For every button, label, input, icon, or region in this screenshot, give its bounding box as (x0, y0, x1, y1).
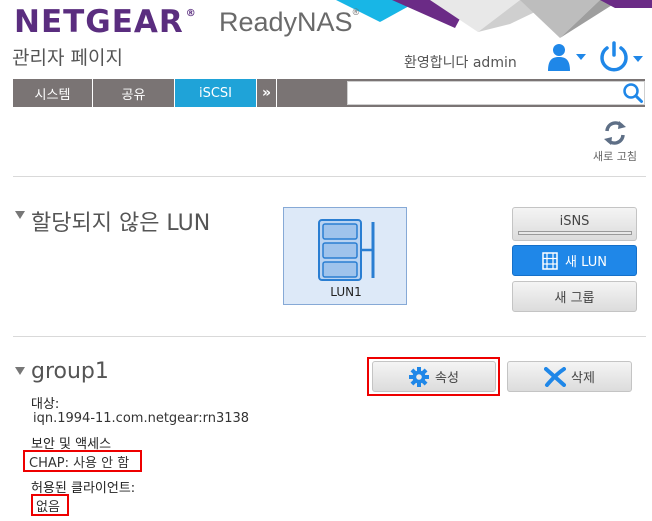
isns-button[interactable]: iSNS (512, 207, 637, 241)
welcome-text: 환영합니다 admin (404, 55, 517, 71)
refresh-icon (604, 121, 626, 145)
search-icon (623, 83, 643, 103)
divider (13, 176, 646, 177)
delete-button[interactable]: 삭제 (507, 361, 632, 392)
target-value: iqn.1994-11.com.netgear:rn3138 (33, 411, 250, 426)
user-icon (548, 44, 586, 71)
lun-tile[interactable]: LUN1 (283, 207, 407, 305)
chevron-down-icon (576, 54, 586, 60)
tab-shares[interactable]: 공유 (93, 79, 175, 107)
power-menu-button[interactable] (598, 40, 648, 74)
tab-iscsi[interactable]: iSCSI (175, 79, 257, 107)
group-name: group1 (31, 359, 109, 384)
tab-system[interactable]: 시스템 (13, 79, 93, 107)
isns-status-bar (517, 230, 632, 235)
refresh-button[interactable]: 새로 고침 (586, 118, 644, 168)
lun-name: LUN1 (330, 285, 362, 299)
target-label: 대상: (31, 397, 60, 412)
isns-label: iSNS (559, 213, 590, 229)
refresh-label: 새로 고침 (593, 150, 637, 163)
allowed-clients-value: 없음 (36, 500, 60, 515)
new-lun-button[interactable]: 새 LUN (512, 245, 637, 276)
properties-label: 속성 (435, 371, 459, 386)
more-tabs-button[interactable]: » (257, 79, 277, 107)
unassigned-lun-title: 할당되지 않은 LUN (31, 211, 211, 236)
gear-icon (409, 366, 430, 387)
delete-label: 삭제 (571, 371, 595, 386)
user-menu-button[interactable] (546, 42, 590, 72)
collapse-toggle-icon[interactable] (15, 211, 25, 219)
new-group-label: 새 그룹 (554, 291, 595, 306)
delete-x-icon (544, 366, 567, 387)
security-value: CHAP: 사용 안 함 (29, 456, 130, 471)
lun-add-icon (542, 251, 558, 270)
header: NETGEAR ® ReadyNAS® 관리자 페이지 환영합니다 admin (0, 0, 652, 76)
properties-button[interactable]: 속성 (372, 361, 496, 392)
power-icon (600, 41, 643, 72)
search-input[interactable] (347, 81, 645, 105)
product-name: ReadyNAS® (219, 7, 360, 37)
netgear-logo: NETGEAR ® (14, 4, 197, 40)
search-button[interactable] (622, 82, 644, 104)
lun-icon (318, 219, 375, 281)
new-lun-label: 새 LUN (565, 255, 607, 270)
collapse-toggle-icon[interactable] (15, 367, 25, 375)
new-group-button[interactable]: 새 그룹 (512, 281, 637, 312)
chevron-down-icon (633, 56, 643, 62)
divider (13, 336, 646, 337)
page-title: 관리자 페이지 (12, 47, 123, 69)
